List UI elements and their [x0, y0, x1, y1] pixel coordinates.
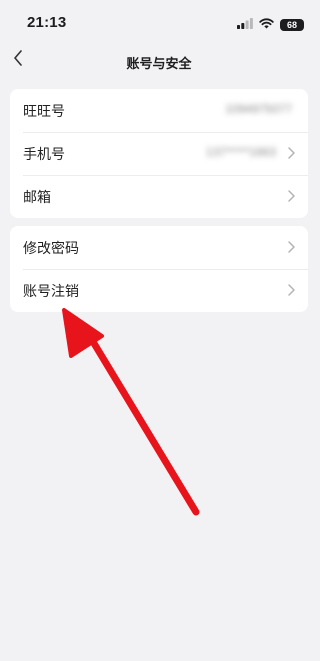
account-info-card: 旺旺号 1094975077 手机号 137*****1663 邮箱: [10, 89, 308, 218]
row-cancel-account[interactable]: 账号注销: [10, 269, 308, 312]
row-email[interactable]: 邮箱: [10, 175, 308, 218]
annotation-arrow-shaft: [88, 336, 200, 516]
battery-icon: 68: [280, 19, 304, 31]
row-label: 邮箱: [23, 189, 51, 205]
page-title: 账号与安全: [126, 56, 192, 71]
row-wangwang-id[interactable]: 旺旺号 1094975077: [10, 89, 308, 132]
row-phone[interactable]: 手机号 137*****1663: [10, 132, 308, 175]
row-label: 账号注销: [23, 283, 79, 299]
chevron-right-icon: [286, 189, 296, 203]
status-icons: 68: [237, 16, 304, 34]
status-bar: 21:13 68: [0, 0, 318, 44]
wifi-icon: [259, 16, 274, 34]
nav-bar: 账号与安全: [0, 44, 318, 80]
row-label: 旺旺号: [23, 103, 65, 119]
phone-value: 137*****1663: [205, 145, 276, 159]
chevron-right-icon: [286, 146, 296, 160]
security-actions-card: 修改密码 账号注销: [10, 226, 308, 312]
wangwang-id-value: 1094975077: [225, 102, 292, 116]
status-time: 21:13: [27, 14, 67, 31]
signal-icon: [237, 16, 253, 34]
chevron-right-icon: [286, 240, 296, 254]
chevron-right-icon: [286, 283, 296, 297]
annotation-arrow-head: [62, 308, 104, 358]
row-label: 手机号: [23, 146, 65, 162]
row-label: 修改密码: [23, 240, 79, 256]
row-change-password[interactable]: 修改密码: [10, 226, 308, 269]
